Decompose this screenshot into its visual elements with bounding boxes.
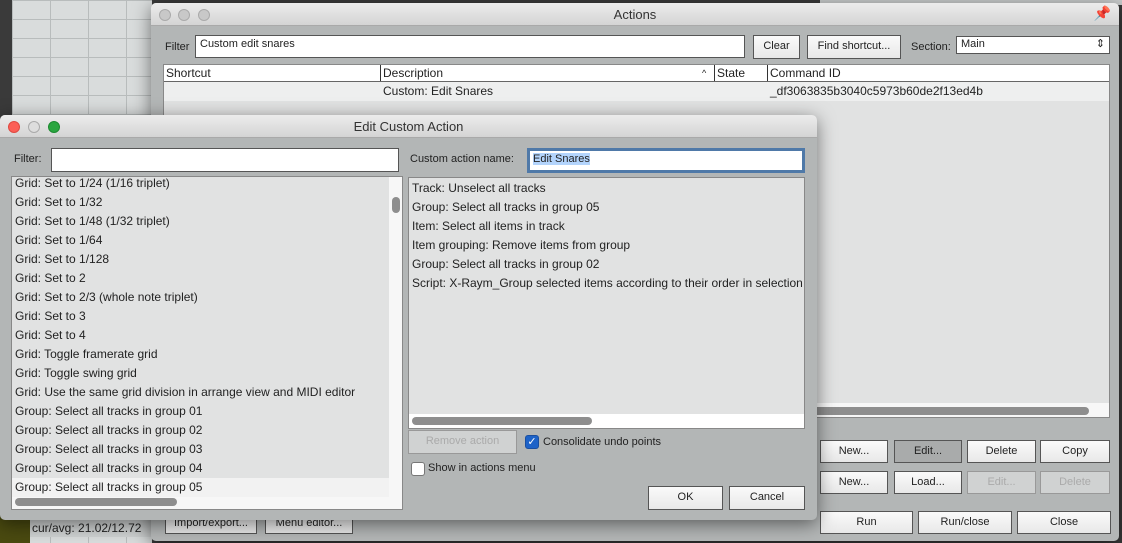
window-title: Actions [613, 7, 657, 22]
copy-button[interactable]: Copy [1040, 440, 1110, 463]
column-state[interactable]: State [714, 65, 745, 81]
available-action-item[interactable]: Grid: Set to 1/48 (1/32 triplet) [12, 212, 389, 231]
available-action-item[interactable]: Grid: Set to 3 [12, 307, 389, 326]
show-in-menu-checkbox[interactable] [411, 462, 425, 476]
meter [0, 516, 30, 543]
horizontal-scrollbar[interactable] [412, 417, 592, 425]
run-button[interactable]: Run [820, 511, 913, 534]
dialog-title: Edit Custom Action [353, 119, 464, 134]
row-command-id: _df3063835b3040c5973b60de2f13ed4b [770, 84, 983, 98]
action-filter-input[interactable] [51, 148, 399, 172]
script-delete-button[interactable]: Delete [1040, 471, 1110, 494]
available-action-item[interactable]: Group: Select all tracks in group 02 [12, 421, 389, 440]
available-actions-list: Grid: Set to 1/24 (1/16 triplet) Grid: Se… [11, 176, 403, 510]
row-description: Custom: Edit Snares [383, 84, 494, 98]
action-step-item[interactable]: Item: Select all items in track [409, 217, 804, 236]
close-window-button[interactable] [159, 9, 171, 21]
available-action-item[interactable]: Grid: Set to 1/128 [12, 250, 389, 269]
available-action-item[interactable]: Grid: Set to 1/24 (1/16 triplet) [12, 177, 389, 193]
consolidate-label: Consolidate undo points [543, 436, 662, 448]
available-action-item[interactable]: Group: Select all tracks in group 05 [12, 478, 389, 497]
horizontal-scrollbar[interactable] [15, 498, 177, 506]
available-action-item[interactable]: Group: Select all tracks in group 03 [12, 440, 389, 459]
status-text: cur/avg: 21.02/12.72 [30, 519, 152, 537]
show-in-menu-label: Show in actions menu [428, 462, 536, 474]
section-label: Section: [911, 41, 951, 53]
script-edit-button[interactable]: Edit... [967, 471, 1036, 494]
load-button[interactable]: Load... [894, 471, 962, 494]
available-action-item[interactable]: Group: Select all tracks in group 01 [12, 402, 389, 421]
pin-icon[interactable]: 📌 [1094, 5, 1111, 22]
updown-chevron-icon: ⇕ [1095, 38, 1105, 50]
available-action-item[interactable]: Grid: Set to 1/32 [12, 193, 389, 212]
ok-button[interactable]: OK [648, 486, 723, 510]
clear-button[interactable]: Clear [753, 35, 800, 59]
action-step-item[interactable]: Group: Select all tracks in group 05 [409, 198, 804, 217]
table-header: Shortcut Description ^ State Command ID [164, 65, 1109, 82]
column-description[interactable]: Description [380, 65, 443, 81]
zoom-window-button[interactable] [198, 9, 210, 21]
column-shortcut[interactable]: Shortcut [166, 65, 211, 81]
close-button[interactable]: Close [1017, 511, 1111, 534]
custom-delete-button[interactable]: Delete [967, 440, 1036, 463]
available-action-item[interactable]: Group: Select all tracks in group 04 [12, 459, 389, 478]
sort-ascending-icon: ^ [702, 68, 707, 78]
close-window-button[interactable] [8, 121, 20, 133]
action-step-item[interactable]: Script: X-Raym_Group selected items acco… [409, 274, 804, 293]
action-steps-list: Track: Unselect all tracks Group: Select … [408, 177, 805, 429]
available-action-item[interactable]: Grid: Set to 4 [12, 326, 389, 345]
section-value: Main [961, 38, 985, 50]
script-new-button[interactable]: New... [820, 471, 888, 494]
available-action-item[interactable]: Grid: Toggle swing grid [12, 364, 389, 383]
custom-edit-button[interactable]: Edit... [894, 440, 962, 463]
available-action-item[interactable]: Grid: Use the same grid division in arra… [12, 383, 389, 402]
dialog-titlebar: Edit Custom Action [0, 115, 817, 138]
vertical-scrollbar[interactable] [392, 197, 400, 213]
table-row[interactable]: Custom: Edit Snares _df3063835b3040c5973… [164, 82, 1109, 101]
filter-label: Filter [165, 41, 190, 53]
remove-action-button[interactable]: Remove action [408, 430, 517, 454]
name-value: Edit Snares [533, 153, 590, 165]
minimize-window-button[interactable] [28, 121, 40, 133]
actions-titlebar: Actions [151, 3, 1119, 26]
edit-custom-action-dialog: Edit Custom Action Filter: Grid: Set to … [0, 115, 817, 520]
filter-input[interactable]: Custom edit snares [195, 35, 745, 58]
section-select[interactable]: Main ⇕ [956, 36, 1110, 54]
action-step-item[interactable]: Item grouping: Remove items from group [409, 236, 804, 255]
available-action-item[interactable]: Grid: Set to 1/64 [12, 231, 389, 250]
custom-action-name-label: Custom action name: [410, 153, 514, 165]
minimize-window-button[interactable] [178, 9, 190, 21]
custom-new-button[interactable]: New... [820, 440, 888, 463]
action-step-item[interactable]: Track: Unselect all tracks [409, 179, 804, 198]
available-action-item[interactable]: Grid: Set to 2 [12, 269, 389, 288]
available-action-item[interactable]: Grid: Toggle framerate grid [12, 345, 389, 364]
find-shortcut-button[interactable]: Find shortcut... [807, 35, 901, 59]
filter-label: Filter: [14, 153, 42, 165]
column-command-id[interactable]: Command ID [767, 65, 841, 81]
run-close-button[interactable]: Run/close [918, 511, 1012, 534]
action-step-item[interactable]: Group: Select all tracks in group 02 [409, 255, 804, 274]
custom-action-name-input[interactable]: Edit Snares [527, 148, 805, 173]
available-action-item[interactable]: Grid: Set to 2/3 (whole note triplet) [12, 288, 389, 307]
zoom-window-button[interactable] [48, 121, 60, 133]
consolidate-checkbox[interactable]: ✓ [525, 435, 539, 449]
cancel-button[interactable]: Cancel [729, 486, 805, 510]
